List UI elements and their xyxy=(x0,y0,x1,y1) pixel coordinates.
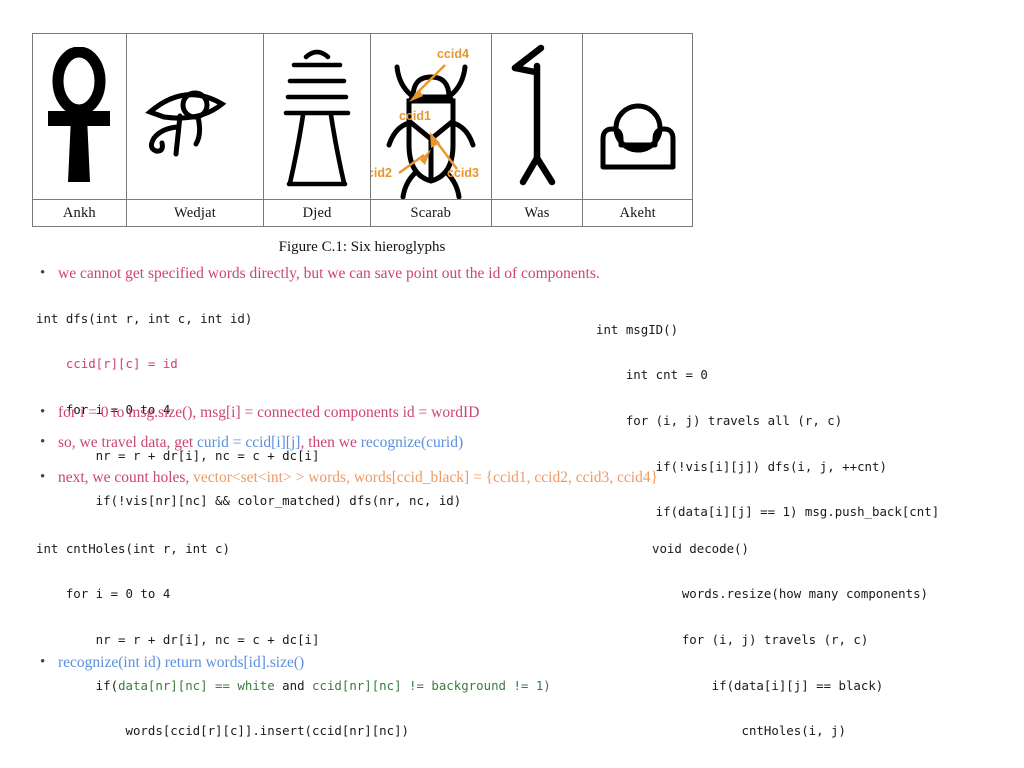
code-block-decode: void decode() words.resize(how many comp… xyxy=(652,515,928,766)
annotation-arrow-ccid4 xyxy=(408,64,446,102)
glyph-label-scarab: Scarab xyxy=(371,200,492,226)
code-line-decode-3: for (i, j) travels (r, c) xyxy=(652,631,869,647)
code-line-cntholes-5: words[ccid[r][c]].insert(ccid[nr][nc]) xyxy=(36,723,409,739)
code-block-msgid: int msgID() int cnt = 0 for (i, j) trave… xyxy=(596,296,939,547)
code-line-dfs-5: if(!vis[nr][nc] && color_matched) dfs(nr… xyxy=(36,493,462,509)
bullet-text-3-part-2: curid = ccid[i][j] xyxy=(197,434,301,451)
code-line-cntholes-3: nr = r + dr[i], nc = c + dc[i] xyxy=(36,631,320,647)
code-line-msgid-2: int cnt = 0 xyxy=(596,367,708,383)
glyph-label-was: Was xyxy=(492,200,584,226)
bullet-text-5: recognize(int id) return words[id].size(… xyxy=(58,654,305,671)
glyph-cell-was xyxy=(492,34,584,199)
code-line-dfs-1: int dfs(int r, int c, int id) xyxy=(36,310,253,326)
code-line-cntholes-4-b: data[nr][nc] == white xyxy=(118,677,275,693)
code-line-decode-4: if(data[i][j] == black) xyxy=(652,677,884,693)
hieroglyph-figure-table: ccid4 ccid1 ccid2 ccid3 xyxy=(32,33,693,227)
bullet-text-4-part-1: next, we count holes, xyxy=(58,469,194,486)
bullet-text-1: we cannot get specified words directly, … xyxy=(58,265,600,282)
glyph-image-row: ccid4 ccid1 ccid2 ccid3 xyxy=(33,34,692,199)
code-line-cntholes-4-d: ccid[nr][nc] != background != 1) xyxy=(312,677,551,693)
bullet-text-3-part-4: recognize(curid) xyxy=(360,434,464,451)
bullet-text-4-part-2: vector<set<int> > words, words[ccid_blac… xyxy=(193,469,659,486)
code-line-msgid-1: int msgID() xyxy=(596,321,679,337)
code-line-cntholes-1: int cntHoles(int r, int c) xyxy=(36,540,230,556)
code-line-cntholes-4-a: if( xyxy=(36,677,119,693)
akeht-horizon-glyph xyxy=(600,103,676,169)
bullet-text-2: for i = 0 to msg.size(), msg[i] = connec… xyxy=(58,404,480,421)
glyph-cell-djed xyxy=(264,34,371,199)
code-block-cntholes: int cntHoles(int r, int c) for i = 0 to … xyxy=(36,515,551,766)
code-line-decode-1: void decode() xyxy=(652,540,749,556)
bullet-marker-3: • xyxy=(40,434,46,450)
bullet-marker-5: • xyxy=(40,654,46,670)
annotation-ccid2: ccid2 xyxy=(371,166,392,180)
bullet-text-3-part-3: , then we xyxy=(300,434,361,451)
glyph-cell-scarab: ccid4 ccid1 ccid2 ccid3 xyxy=(371,34,492,199)
glyph-label-akeht: Akeht xyxy=(619,204,656,221)
glyph-label-row: Ankh Wedjat Djed Scarab Was Akeht xyxy=(33,199,692,226)
glyph-label-wedjat: Wedjat xyxy=(127,200,265,226)
annotation-ccid1: ccid1 xyxy=(398,109,431,123)
bullet-item-5: • recognize(int id) return words[id].siz… xyxy=(40,654,305,672)
glyph-cell-wedjat xyxy=(127,34,265,199)
code-line-msgid-3: for (i, j) travels all (r, c) xyxy=(596,412,843,428)
figure-caption: Figure C.1: Six hieroglyphs xyxy=(278,239,446,255)
bullet-item-1: • we cannot get specified words directly… xyxy=(40,265,600,283)
glyph-cell-akeht xyxy=(583,34,692,199)
annotation-ccid4: ccid4 xyxy=(436,47,469,61)
bullet-marker-2: • xyxy=(40,404,46,420)
glyph-label-djed: Djed xyxy=(264,200,371,226)
bullet-text-3-part-1: so, we travel data, get xyxy=(58,434,198,451)
bullet-item-3: • so, we travel data, get curid = ccid[i… xyxy=(40,434,464,452)
bullet-marker-4: • xyxy=(40,469,46,485)
code-line-cntholes-2: for i = 0 to 4 xyxy=(36,586,171,602)
djed-pillar-glyph xyxy=(283,49,351,186)
code-line-decode-5: cntHoles(i, j) xyxy=(652,723,846,739)
code-line-cntholes-4: if(data[nr][nc] == white and ccid[nr][nc… xyxy=(36,675,551,698)
annotation-arrow-ccid3 xyxy=(429,132,458,170)
bullet-marker-1: • xyxy=(40,265,46,281)
code-line-cntholes-4-c: and xyxy=(274,677,313,693)
wedjat-eye-glyph xyxy=(145,90,227,156)
code-line-dfs-2: ccid[r][c] = id xyxy=(36,356,178,372)
ankh-glyph xyxy=(48,46,111,182)
was-scepter-glyph xyxy=(511,44,556,185)
glyph-label-ankh: Ankh xyxy=(33,200,127,226)
bullet-item-2: • for i = 0 to msg.size(), msg[i] = conn… xyxy=(40,404,480,422)
glyph-cell-ankh xyxy=(33,34,127,199)
code-line-decode-2: words.resize(how many components) xyxy=(652,586,929,602)
bullet-item-4: • next, we count holes, vector<set<int> … xyxy=(40,469,659,487)
